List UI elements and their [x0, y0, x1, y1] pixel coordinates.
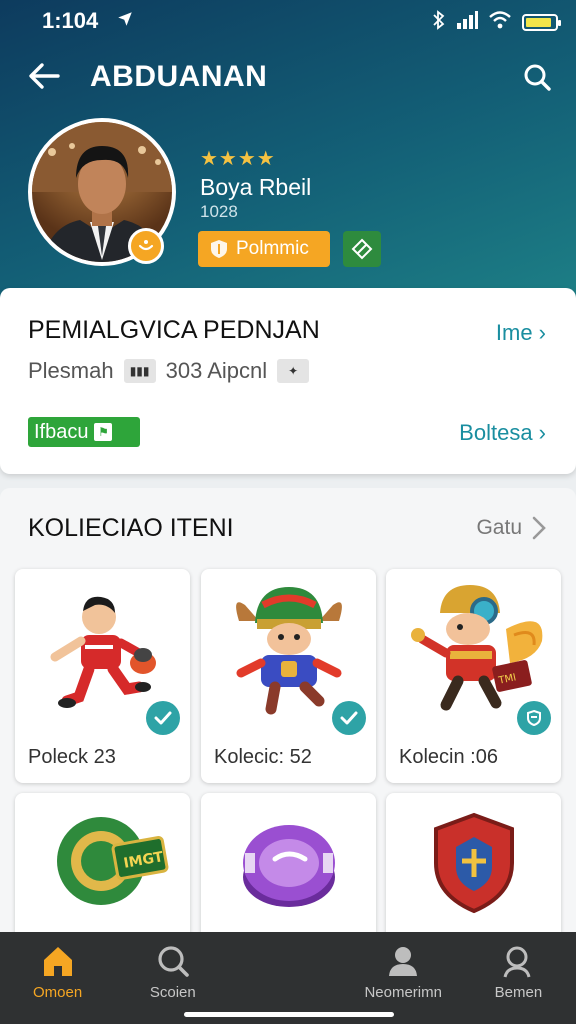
- nav-search[interactable]: Scoien: [115, 932, 230, 1024]
- info-row-label: Plesmah: [28, 358, 114, 383]
- bluetooth-icon: [432, 10, 446, 35]
- green-badge-icon: IMGT: [57, 817, 169, 905]
- check-icon: [332, 701, 366, 735]
- collection-item-label: Kolecic: 52: [214, 746, 312, 768]
- info-link-secondary[interactable]: Boltesa ›: [459, 420, 546, 446]
- promo-label: Polmmic: [236, 238, 309, 259]
- collection-item[interactable]: TMI Kolecin :06: [386, 569, 561, 783]
- tag-flag-icon: ⚑: [94, 423, 113, 441]
- nav-center-empty[interactable]: [230, 932, 345, 1024]
- check-icon: [146, 701, 180, 735]
- collection-item-label: Poleck 23: [28, 746, 116, 768]
- home-icon: [43, 947, 72, 976]
- status-icons: [432, 10, 561, 35]
- collection-link[interactable]: Gatu: [476, 516, 546, 540]
- page-title: ABDUANAN: [90, 60, 268, 93]
- chevron-right-icon: [532, 516, 546, 540]
- back-button[interactable]: [26, 58, 62, 94]
- info-card: PEMIALGVICA PEDNJAN Ime › Plesmah ▮▮▮ 30…: [0, 288, 576, 474]
- shield-icon: [211, 240, 227, 258]
- collection-section: KOLIECIAO ITENI Gatu Poleck 23 Kolecic: …: [0, 488, 576, 948]
- shield-badge-icon: [517, 701, 551, 735]
- collection-title: KOLIECIAO ITENI: [28, 514, 234, 542]
- status-time: 1:104: [42, 8, 99, 33]
- info-link[interactable]: Ime ›: [496, 320, 546, 346]
- info-row: Plesmah ▮▮▮ 303 Aipcnl ✦: [28, 358, 310, 384]
- shield-crest-icon: [434, 812, 514, 914]
- avatar-badge: [128, 228, 164, 264]
- footballer-figure-icon: [50, 596, 156, 708]
- leaf-button[interactable]: [343, 231, 381, 267]
- wifi-icon: [488, 11, 512, 34]
- winged-hero-figure-icon: TMI: [411, 585, 543, 711]
- status-bar: 1:104: [0, 6, 576, 34]
- nav-search-label: Scoien: [149, 984, 196, 1001]
- info-row-value: 303 Aipcnl: [165, 358, 268, 383]
- back-arrow-icon: [29, 63, 60, 89]
- nav-profile-label: Neomerimn: [364, 984, 442, 1001]
- nav-home-label: Omoen: [33, 984, 83, 1001]
- viking-figure-icon: [236, 587, 342, 715]
- search-icon: [524, 64, 551, 91]
- rating-stars: ★★★★: [200, 148, 276, 170]
- person-icon: [389, 947, 418, 976]
- search-icon: [158, 946, 189, 977]
- person-search-icon: [503, 946, 531, 978]
- sticker-icon: ✦: [277, 359, 310, 383]
- ticket-icon: ▮▮▮: [123, 359, 156, 383]
- nav-home[interactable]: Omoen: [0, 932, 115, 1024]
- info-title: PEMIALGVICA PEDNJAN: [28, 316, 320, 344]
- nav-profile[interactable]: Neomerimn: [346, 932, 461, 1024]
- search-button[interactable]: [518, 58, 556, 96]
- profile-header: 1:104 ABDUANAN ★★★★ Boya Rbeil 1028 Polm…: [0, 0, 576, 300]
- purple-chip-icon: [243, 825, 335, 907]
- star-badge-icon: [138, 240, 154, 251]
- nav-find-people-label: Bemen: [494, 984, 543, 1001]
- location-arrow-icon: [116, 10, 134, 33]
- collection-item[interactable]: Poleck 23: [15, 569, 190, 783]
- home-indicator[interactable]: [184, 1012, 394, 1017]
- collection-link-label: Gatu: [476, 516, 522, 539]
- status-tag[interactable]: Ifbacu ⚑: [28, 417, 140, 447]
- player-name: Boya Rbeil: [200, 174, 312, 200]
- nav-find-people[interactable]: Bemen: [461, 932, 576, 1024]
- status-tag-label: Ifbacu: [34, 420, 89, 443]
- collection-item[interactable]: Kolecic: 52: [201, 569, 376, 783]
- collection-item-label: Kolecin :06: [399, 746, 498, 768]
- collection-item[interactable]: [386, 793, 561, 948]
- promo-badge[interactable]: Polmmic: [198, 231, 330, 267]
- leaf-icon: [351, 238, 373, 260]
- collection-item[interactable]: IMGT: [15, 793, 190, 948]
- bottom-nav: Omoen Scoien Neomerimn Bemen: [0, 932, 576, 1024]
- collection-item[interactable]: [201, 793, 376, 948]
- signal-icon: [456, 11, 478, 34]
- battery-icon: [522, 14, 561, 31]
- player-number: 1028: [200, 202, 238, 221]
